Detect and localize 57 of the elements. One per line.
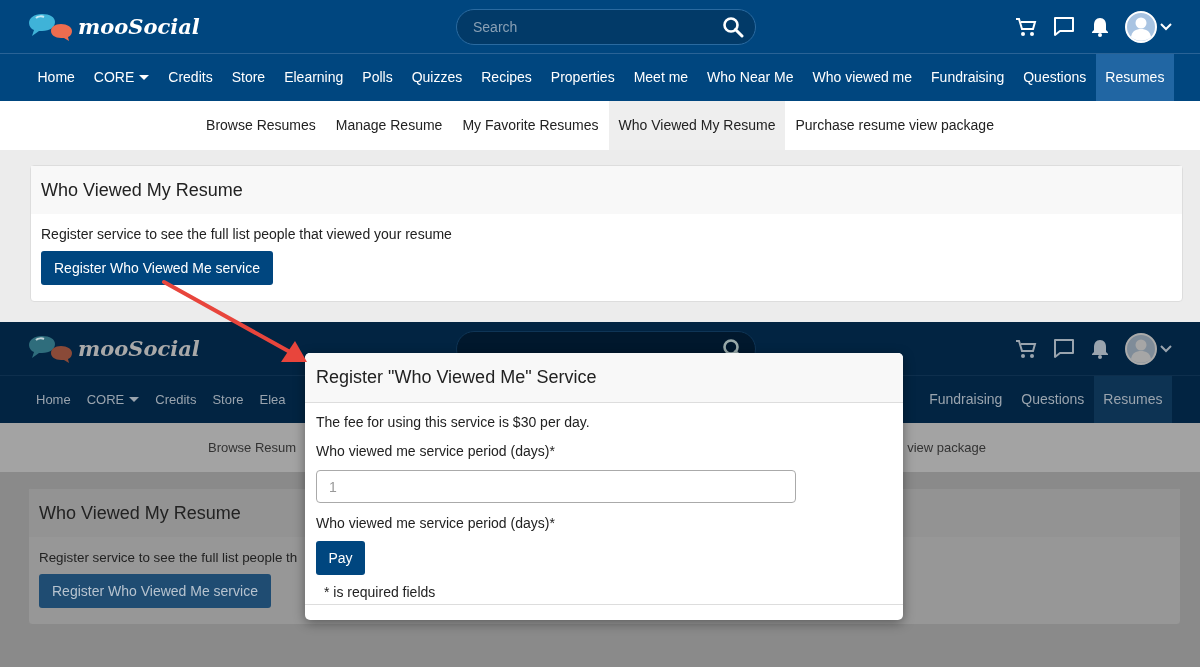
field-label: Who viewed me service period (days)* (316, 442, 556, 461)
subnav-tab[interactable]: Browse Resumes (196, 101, 326, 150)
nav-tab[interactable]: Fundraising (919, 376, 1012, 423)
cart-icon[interactable] (1015, 15, 1037, 38)
caret-icon (139, 74, 150, 81)
nav-tab[interactable]: Who Near Me (697, 54, 803, 101)
required-note: * is required fields (324, 583, 437, 602)
card-title: Who Viewed My Resume (31, 166, 1182, 214)
search-field[interactable]: Search (456, 8, 756, 45)
card-text: Register service to see the full list people that viewed your resume (41, 225, 452, 244)
logo-text: mooSocial (78, 12, 200, 41)
fee-text: The fee for using this service is $30 per day. (316, 413, 591, 432)
cart-icon[interactable] (1015, 337, 1037, 360)
nav-tab[interactable]: Recipes (471, 54, 542, 101)
register-button[interactable]: Register Who Viewed Me service (41, 251, 273, 285)
nav-tab[interactable]: Who viewed me (802, 54, 922, 101)
nav-tab[interactable]: Store (222, 54, 275, 101)
bell-icon[interactable] (1091, 338, 1109, 359)
modal-title: Register "Who Viewed Me" Service (305, 353, 903, 403)
field-label: Who viewed me service period (days)* (316, 514, 556, 533)
nav-tab[interactable]: Credits (158, 54, 223, 101)
subnav-tab[interactable]: My Favorite Resumes (452, 101, 609, 150)
nav-tab[interactable]: Resumes (1095, 54, 1174, 101)
nav-tab[interactable]: CORE (84, 54, 159, 101)
chevron-down-icon[interactable] (1160, 344, 1172, 353)
subnav-tab[interactable]: Who Viewed My Resume (608, 101, 786, 150)
period-input-field[interactable]: 1 (316, 470, 796, 503)
chat-icon[interactable] (1053, 15, 1075, 38)
nav-tab[interactable]: Quizzes (402, 54, 472, 101)
subnav-tab[interactable]: Manage Resume (325, 101, 453, 150)
nav-tab[interactable]: Elearning (274, 54, 353, 101)
nav-tab[interactable]: Credits (147, 376, 205, 423)
nav-tab[interactable]: Fundraising (921, 54, 1014, 101)
pay-button[interactable]: Pay (316, 541, 365, 575)
nav-tab[interactable]: Resumes (1093, 376, 1172, 423)
nav-tab[interactable]: Questions (1013, 54, 1096, 101)
nav-tab[interactable]: Home (28, 376, 79, 423)
search-icon[interactable] (722, 15, 744, 38)
card-text: Register service to see the full list people th (39, 549, 298, 567)
logo-icon (28, 11, 74, 42)
chat-icon[interactable] (1053, 337, 1075, 360)
nav-tab[interactable]: Polls (352, 54, 403, 101)
nav-tab[interactable]: Elea (251, 376, 294, 423)
nav-tab[interactable]: Properties (541, 54, 625, 101)
logo-icon (28, 333, 74, 364)
nav-tab[interactable]: CORE (78, 376, 148, 423)
avatar-icon[interactable] (1125, 332, 1157, 365)
nav-tab[interactable]: Store (204, 376, 252, 423)
nav-tab[interactable]: Home (28, 54, 85, 101)
logo-text: mooSocial (78, 334, 200, 363)
subnav-tab[interactable]: Browse Resum (198, 423, 307, 472)
nav-tab[interactable]: Questions (1011, 376, 1094, 423)
nav-tab[interactable]: Meet me (624, 54, 698, 101)
caret-icon (129, 396, 140, 403)
bell-icon[interactable] (1091, 16, 1109, 37)
subnav-tab[interactable]: Purchase resume view package (785, 101, 1004, 150)
register-button[interactable]: Register Who Viewed Me service (39, 574, 271, 609)
